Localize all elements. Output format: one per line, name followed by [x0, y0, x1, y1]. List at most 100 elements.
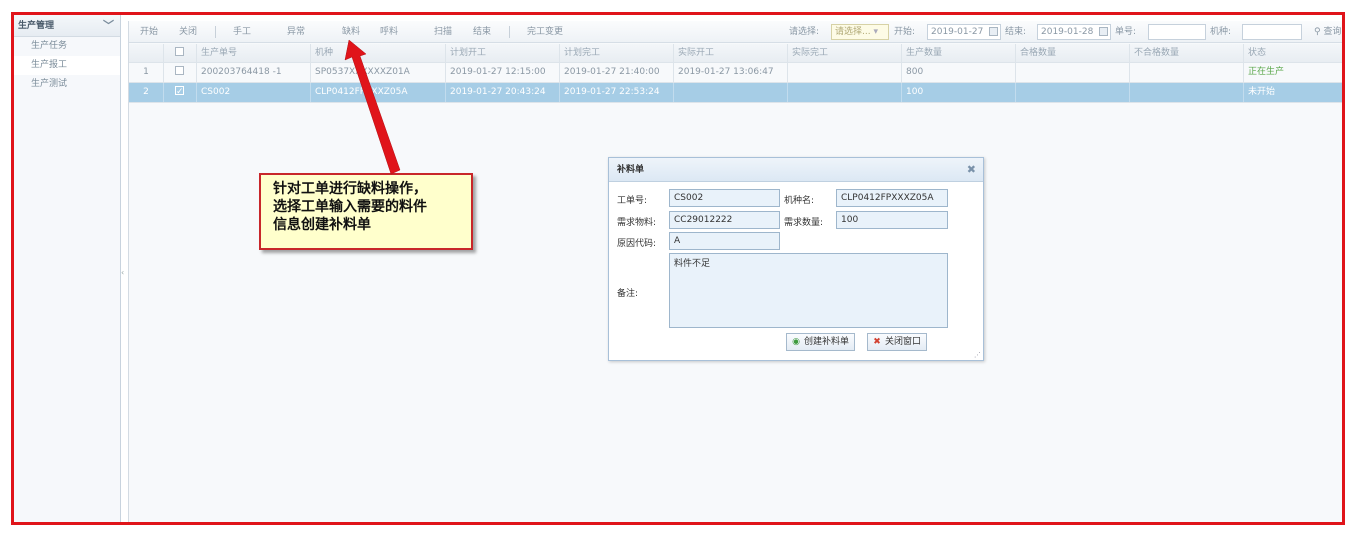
end-date-label: 结束:	[1005, 27, 1027, 37]
start-button[interactable]: 开始	[140, 21, 158, 43]
search-button[interactable]: ⚲ 查询	[1314, 21, 1341, 43]
screenshot-frame: 生产管理 ﹀ 生产任务 生产报工 生产测试 ‹ 开始 关闭 手工 异常 缺料 呼…	[11, 12, 1345, 525]
header-row-number	[129, 44, 164, 62]
cell-plan-end: 2019-01-27 21:40:00	[560, 63, 674, 82]
row-checkbox-cell[interactable]	[164, 63, 197, 82]
cancel-icon: ✖	[873, 337, 881, 347]
select-label: 请选择:	[789, 27, 820, 37]
toolbar-separator	[215, 26, 216, 38]
resize-grip-icon[interactable]: ⋰	[974, 351, 981, 359]
model-name-label: 机种名:	[784, 196, 815, 206]
dialog-title: 补料单	[617, 165, 645, 175]
material-label: 需求物料:	[617, 218, 657, 228]
calendar-icon[interactable]	[1099, 27, 1108, 36]
close-icon[interactable]: ✖	[967, 158, 976, 182]
sidebar-item-production-test[interactable]: 生产测试	[14, 75, 120, 94]
row-checkbox-cell[interactable]	[164, 83, 197, 102]
select-all-checkbox[interactable]	[175, 47, 184, 56]
end-date-field[interactable]: 2019-01-28	[1037, 24, 1111, 40]
cell-actual-start	[674, 83, 788, 102]
close-window-button[interactable]: ✖ 关闭窗口	[867, 333, 928, 351]
scan-button[interactable]: 扫描	[434, 21, 452, 43]
cell-unqualified-qty	[1130, 83, 1244, 102]
work-order-grid: 生产单号 机种 计划开工 计划完工 实际开工 实际完工 生产数量 合格数量 不合…	[129, 44, 1342, 103]
material-field[interactable]: CC29012222	[669, 211, 780, 229]
collapse-handle[interactable]: ‹	[121, 265, 127, 281]
model-input[interactable]	[1242, 24, 1302, 40]
sidebar-title: 生产管理	[18, 21, 55, 31]
create-request-button[interactable]: ◉ 创建补料单	[786, 333, 856, 351]
column-plan-end[interactable]: 计划完工	[560, 44, 674, 62]
cell-plan-start: 2019-01-27 12:15:00	[446, 63, 560, 82]
manual-button[interactable]: 手工	[233, 21, 251, 43]
annotation-line: 选择工单输入需要的料件	[273, 199, 427, 215]
column-qualified-qty[interactable]: 合格数量	[1016, 44, 1130, 62]
cell-plan-start: 2019-01-27 20:43:24	[446, 83, 560, 102]
row-number: 1	[129, 63, 164, 82]
call-material-button[interactable]: 呼料	[380, 21, 398, 43]
sidebar-header[interactable]: 生产管理 ﹀	[14, 15, 120, 37]
column-order-number[interactable]: 生产单号	[197, 44, 311, 62]
main-panel: 开始 关闭 手工 异常 缺料 呼料 扫描 结束 完工变更 请选择: 请选择...…	[128, 21, 1342, 522]
column-unqualified-qty[interactable]: 不合格数量	[1130, 44, 1244, 62]
cell-order-number: 200203764418 -1	[197, 63, 311, 82]
cell-status: 未开始	[1244, 83, 1342, 102]
header-checkbox[interactable]	[164, 44, 197, 62]
toolbar: 开始 关闭 手工 异常 缺料 呼料 扫描 结束 完工变更 请选择: 请选择...…	[129, 21, 1342, 43]
shortage-button[interactable]: 缺料	[342, 21, 360, 43]
row-checkbox-checked[interactable]	[175, 83, 184, 102]
start-date-value: 2019-01-27	[931, 27, 984, 37]
reason-code-label: 原因代码:	[617, 239, 657, 249]
order-field[interactable]: CS002	[669, 189, 780, 207]
completion-change-button[interactable]: 完工变更	[527, 21, 563, 43]
end-date-value: 2019-01-28	[1041, 27, 1094, 37]
chevron-down-icon: ▾	[873, 27, 878, 37]
column-status[interactable]: 状态	[1244, 44, 1342, 62]
grid-header: 生产单号 机种 计划开工 计划完工 实际开工 实际完工 生产数量 合格数量 不合…	[129, 44, 1342, 63]
sidebar-item-production-report[interactable]: 生产报工	[14, 56, 120, 75]
column-plan-start[interactable]: 计划开工	[446, 44, 560, 62]
material-request-dialog: 补料单 ✖ 工单号: CS002 机种名: CLP0412FPXXXZ05A 需…	[608, 157, 984, 361]
search-label: 查询	[1323, 27, 1342, 37]
table-row-selected[interactable]: 2 CS002 CLP0412FPXXXZ05A 2019-01-27 20:4…	[129, 83, 1342, 103]
row-number: 2	[129, 83, 164, 102]
order-number-input[interactable]	[1148, 24, 1206, 40]
model-name-field[interactable]: CLP0412FPXXXZ05A	[836, 189, 948, 207]
sidebar-item-production-task[interactable]: 生产任务	[14, 37, 120, 56]
type-select-placeholder: 请选择...	[835, 27, 871, 37]
search-icon: ⚲	[1314, 27, 1321, 37]
table-row[interactable]: 1 200203764418 -1 SP0537XXXXXXZ01A 2019-…	[129, 63, 1342, 83]
cell-model: SP0537XXXXXXZ01A	[311, 63, 446, 82]
remark-label: 备注:	[617, 289, 639, 299]
exception-button[interactable]: 异常	[287, 21, 305, 43]
column-actual-start[interactable]: 实际开工	[674, 44, 788, 62]
calendar-icon[interactable]	[989, 27, 998, 36]
cell-plan-end: 2019-01-27 22:53:24	[560, 83, 674, 102]
reason-code-field[interactable]: A	[669, 232, 780, 250]
cell-production-qty: 800	[902, 63, 1016, 82]
add-icon: ◉	[792, 337, 800, 347]
chevron-down-icon[interactable]: ﹀	[103, 15, 114, 37]
column-production-qty[interactable]: 生产数量	[902, 44, 1016, 62]
cell-actual-end	[788, 63, 902, 82]
cell-qualified-qty	[1016, 83, 1130, 102]
row-checkbox[interactable]	[175, 66, 184, 75]
toolbar-separator	[509, 26, 510, 38]
column-actual-end[interactable]: 实际完工	[788, 44, 902, 62]
start-date-label: 开始:	[894, 27, 916, 37]
dialog-header[interactable]: 补料单 ✖	[609, 158, 983, 182]
annotation-line: 针对工单进行缺料操作，	[273, 181, 427, 197]
start-date-field[interactable]: 2019-01-27	[927, 24, 1001, 40]
cell-production-qty: 100	[902, 83, 1016, 102]
close-order-button[interactable]: 关闭	[179, 21, 197, 43]
quantity-label: 需求数量:	[784, 218, 824, 228]
remark-textarea[interactable]: 料件不足	[669, 253, 948, 328]
type-select[interactable]: 请选择... ▾	[831, 24, 889, 40]
column-model[interactable]: 机种	[311, 44, 446, 62]
order-label: 工单号:	[617, 196, 648, 206]
end-button[interactable]: 结束	[473, 21, 491, 43]
create-request-label: 创建补料单	[804, 337, 850, 347]
cell-unqualified-qty	[1130, 63, 1244, 82]
cell-model: CLP0412FPXXXZ05A	[311, 83, 446, 102]
quantity-field[interactable]: 100	[836, 211, 948, 229]
